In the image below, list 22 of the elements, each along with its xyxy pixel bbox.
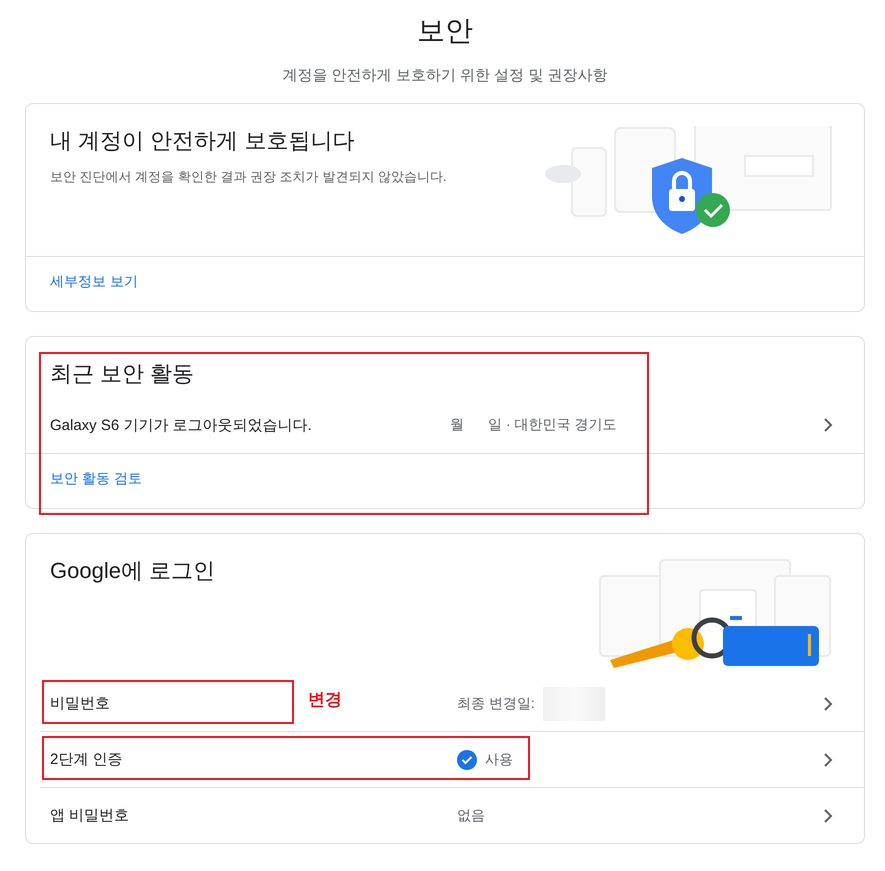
event-text: Galaxy S6 기기가 로그아웃되었습니다. bbox=[50, 416, 313, 434]
setting-value: 최종 변경일: bbox=[457, 694, 535, 712]
details-link[interactable]: 세부정보 보기 bbox=[50, 273, 138, 289]
setting-label: 비밀번호 bbox=[50, 694, 111, 713]
annotation-note: 변경 bbox=[308, 689, 343, 711]
card-title: Google에 로그인 bbox=[50, 557, 216, 585]
card-title: 내 계정이 안전하게 보호됩니다 bbox=[50, 127, 356, 155]
setting-value: 없음 bbox=[457, 806, 485, 824]
activity-row[interactable]: Galaxy S6 기기가 로그아웃되었습니다. 월 일 · 대한민국 경기도 bbox=[26, 397, 864, 453]
setting-label: 2단계 인증 bbox=[50, 750, 124, 769]
page-subtitle: 계정을 안전하게 보호하기 위한 설정 및 권장사항 bbox=[282, 66, 608, 85]
card-description: 보안 진단에서 계정을 확인한 결과 권장 조치가 발견되지 않았습니다. bbox=[50, 168, 447, 186]
setting-label: 앱 비밀번호 bbox=[50, 806, 130, 825]
setting-row[interactable]: 2단계 인증 사용 bbox=[40, 732, 864, 788]
review-activity-link[interactable]: 보안 활동 검토 bbox=[50, 470, 142, 486]
setting-row[interactable]: 앱 비밀번호 없음 bbox=[40, 788, 864, 843]
event-day-location: 일 · 대한민국 경기도 bbox=[488, 416, 616, 434]
page-title: 보안 bbox=[417, 14, 473, 48]
event-month: 월 bbox=[450, 416, 464, 434]
card-title: 최근 보안 활동 bbox=[50, 360, 196, 388]
setting-value: 사용 bbox=[485, 750, 513, 768]
setting-row[interactable]: 비밀번호 변경 최종 변경일: bbox=[40, 676, 864, 732]
